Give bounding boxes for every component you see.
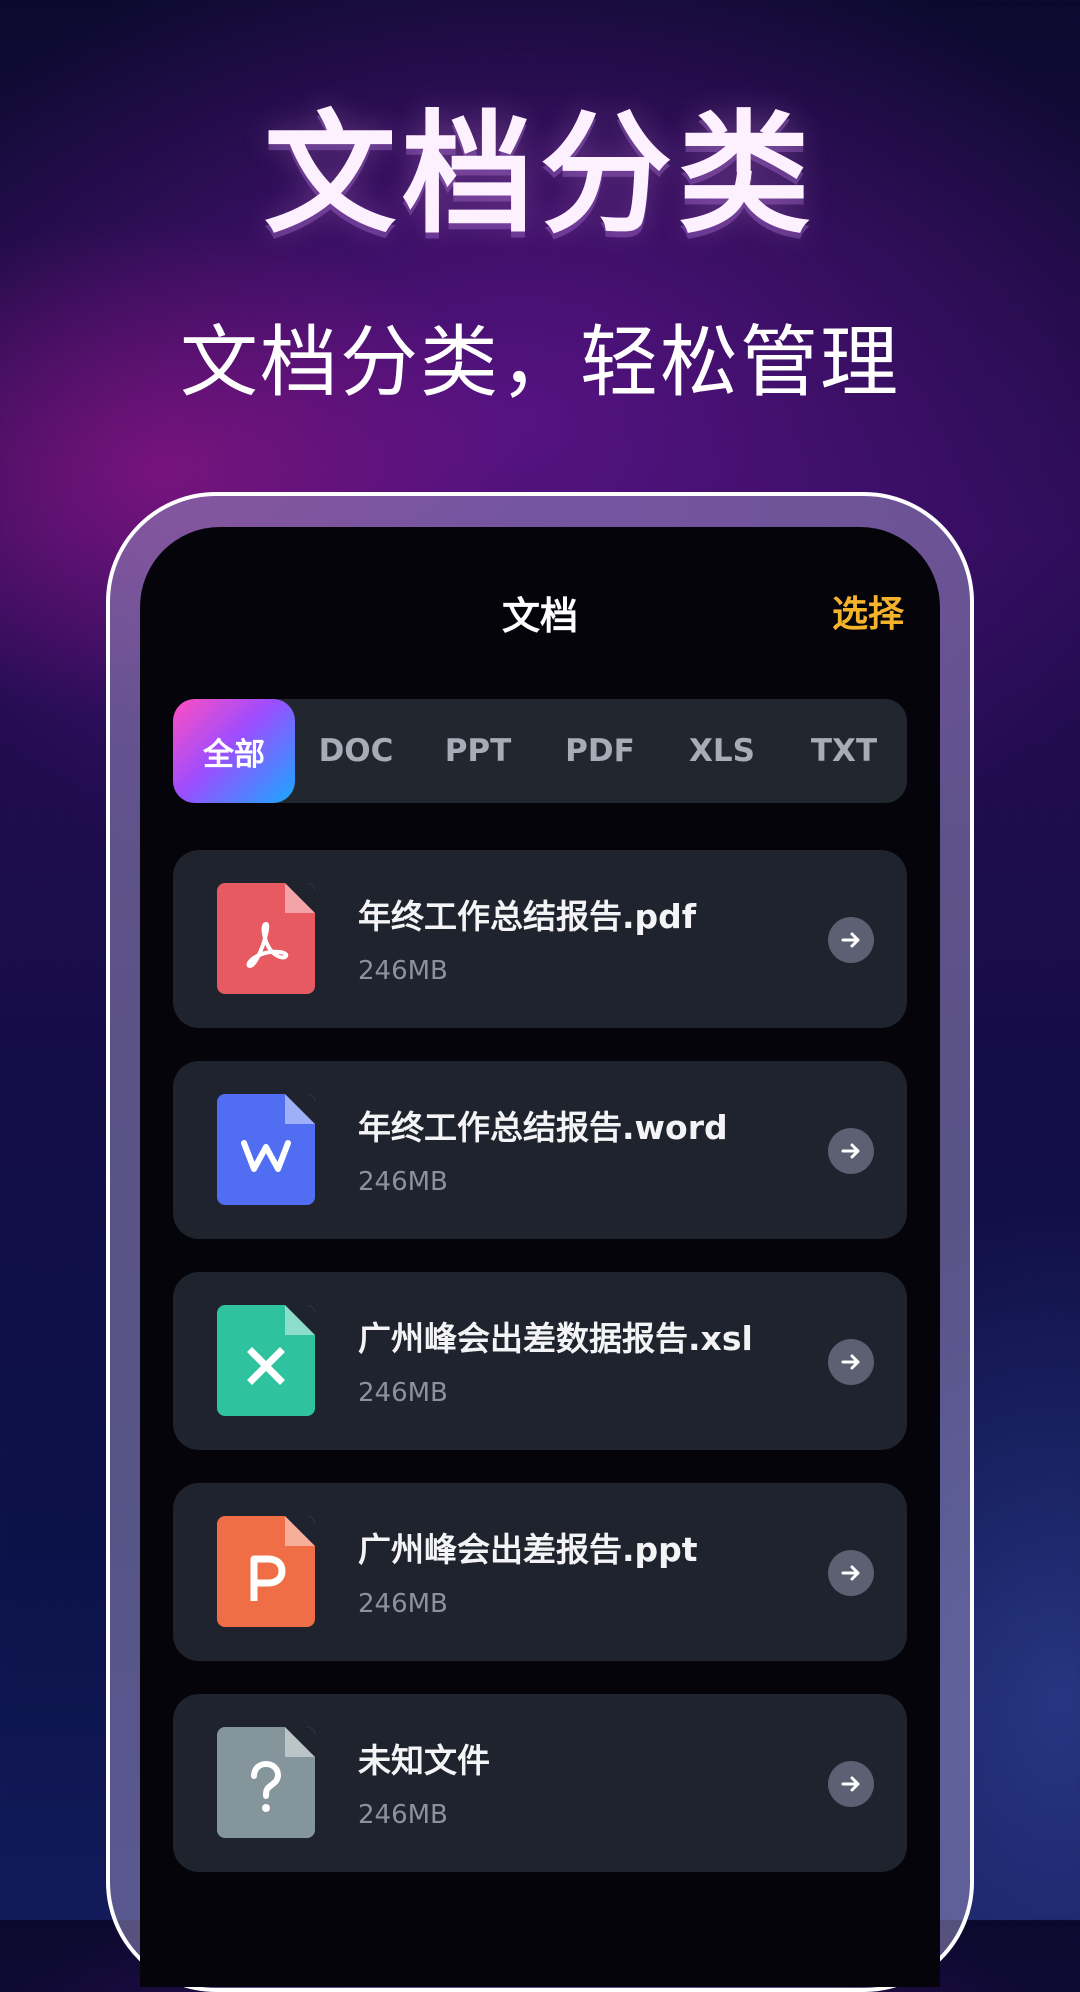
file-size: 246MB bbox=[358, 1167, 448, 1197]
arrow-right-icon[interactable] bbox=[828, 917, 874, 963]
file-item-excel[interactable]: 广州峰会出差数据报告.xsl 246MB bbox=[173, 1272, 907, 1450]
excel-icon bbox=[217, 1305, 315, 1416]
tab-xls[interactable]: XLS bbox=[661, 699, 783, 803]
file-size: 246MB bbox=[358, 1800, 448, 1830]
unknown-file-icon bbox=[217, 1727, 315, 1838]
word-icon bbox=[217, 1094, 315, 1205]
file-item-pdf[interactable]: 年终工作总结报告.pdf 246MB bbox=[173, 850, 907, 1028]
tab-pdf[interactable]: PDF bbox=[539, 699, 661, 803]
file-name: 广州峰会出差数据报告.xsl bbox=[358, 1319, 753, 1358]
file-size: 246MB bbox=[358, 1378, 448, 1408]
tab-doc[interactable]: DOC bbox=[295, 699, 417, 803]
file-name: 未知文件 bbox=[358, 1741, 490, 1780]
file-size: 246MB bbox=[358, 956, 448, 986]
ppt-icon bbox=[217, 1516, 315, 1627]
arrow-right-icon[interactable] bbox=[828, 1761, 874, 1807]
arrow-right-icon[interactable] bbox=[828, 1339, 874, 1385]
file-item-ppt[interactable]: 广州峰会出差报告.ppt 246MB bbox=[173, 1483, 907, 1661]
pdf-icon bbox=[217, 883, 315, 994]
file-name: 年终工作总结报告.pdf bbox=[358, 897, 697, 936]
arrow-right-icon[interactable] bbox=[828, 1128, 874, 1174]
file-name: 年终工作总结报告.word bbox=[358, 1108, 728, 1147]
tab-all[interactable]: 全部 bbox=[173, 699, 295, 803]
hero-subtitle: 文档分类，轻松管理 bbox=[179, 318, 900, 408]
file-type-tab-bar: 全部 DOC PPT PDF XLS TXT bbox=[173, 699, 907, 803]
tab-ppt[interactable]: PPT bbox=[417, 699, 539, 803]
tab-txt[interactable]: TXT bbox=[783, 699, 905, 803]
arrow-right-icon[interactable] bbox=[828, 1550, 874, 1596]
select-button[interactable]: 选择 bbox=[832, 585, 904, 637]
page-title: 文档 bbox=[501, 594, 578, 638]
hero-title: 文档分类 bbox=[264, 98, 816, 252]
file-item-word[interactable]: 年终工作总结报告.word 246MB bbox=[173, 1061, 907, 1239]
file-list: 年终工作总结报告.pdf 246MB 年终工作总结报告.word 246MB 广… bbox=[173, 850, 907, 1905]
phone-screen: 文档 选择 全部 DOC PPT PDF XLS TXT 年终工作总结报告.pd… bbox=[140, 527, 940, 1987]
file-size: 246MB bbox=[358, 1589, 448, 1619]
file-name: 广州峰会出差报告.ppt bbox=[358, 1530, 698, 1569]
file-item-unknown[interactable]: 未知文件 246MB bbox=[173, 1694, 907, 1872]
